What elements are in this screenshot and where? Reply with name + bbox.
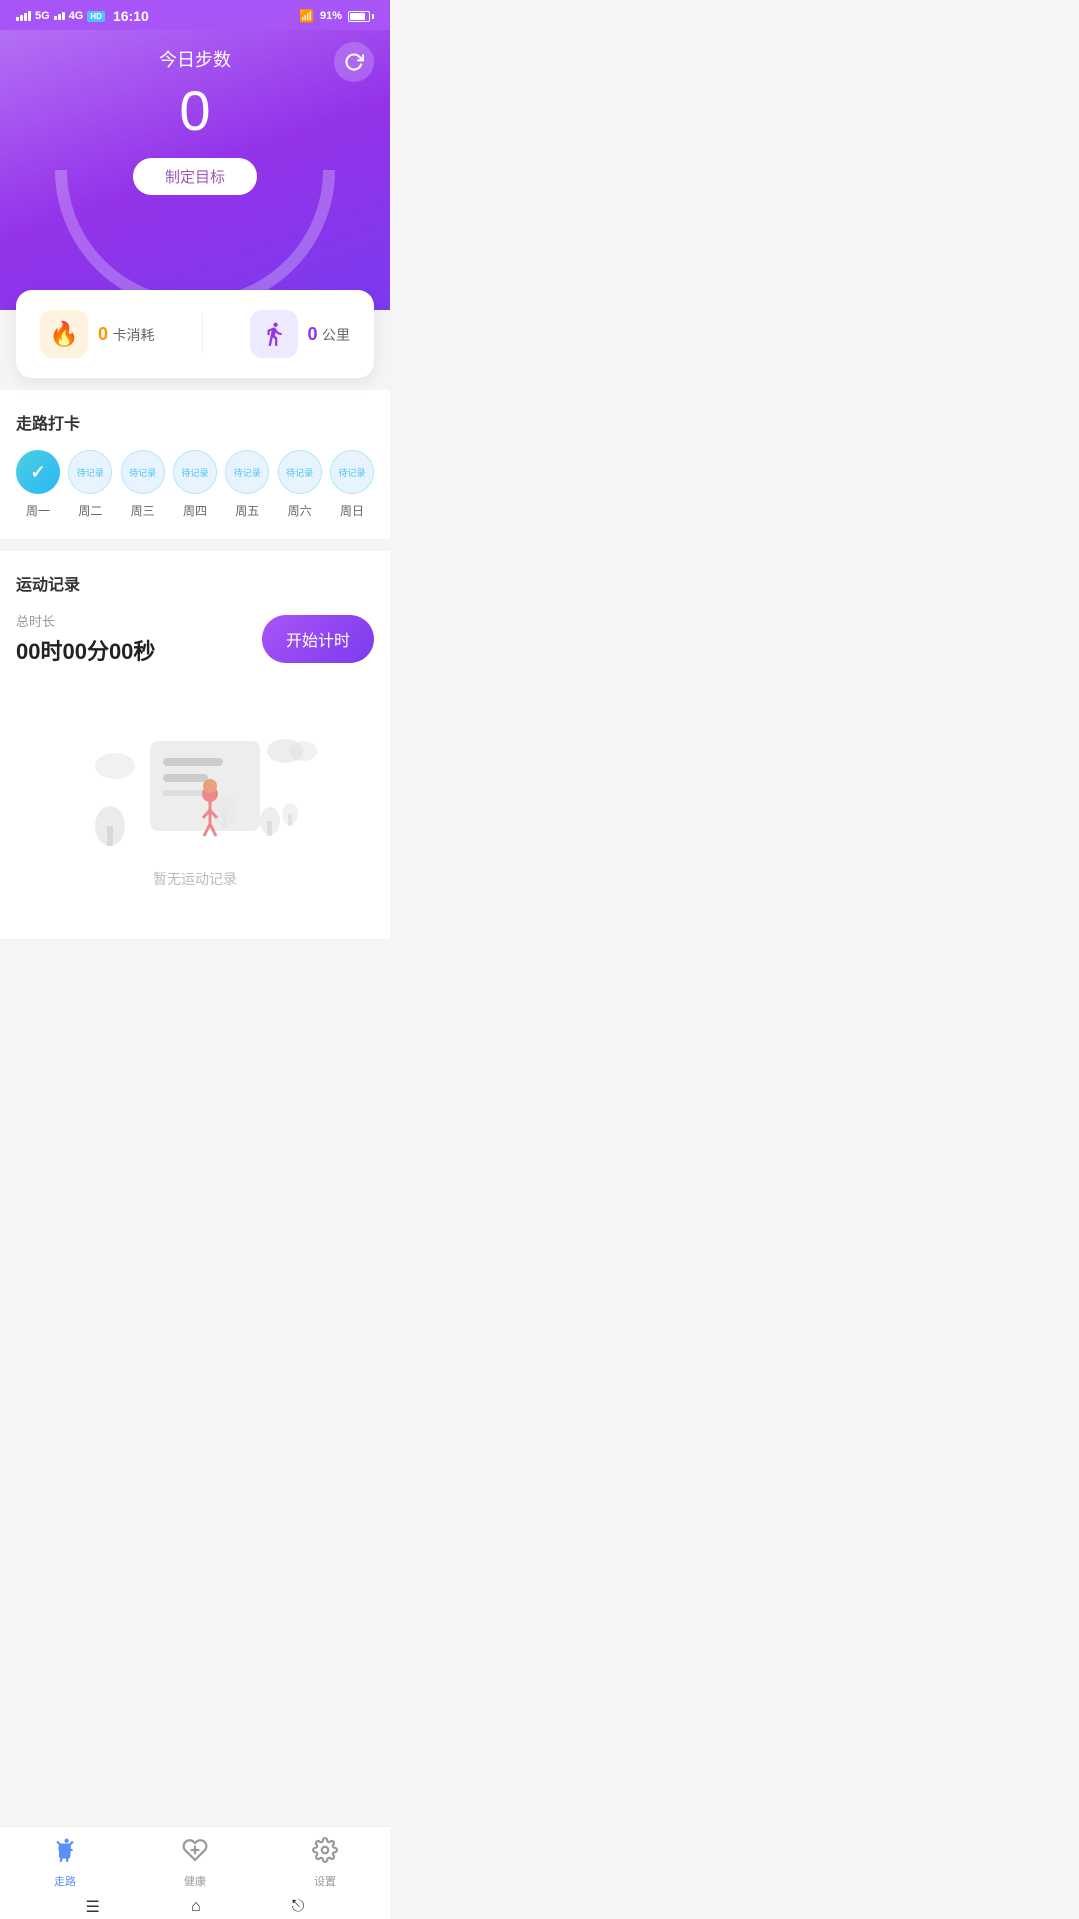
- tab-health[interactable]: 健康: [130, 1837, 260, 1889]
- fire-icon: 🔥: [40, 310, 88, 358]
- day-label-saturday: 周六: [288, 502, 312, 519]
- wifi-icon: 📶: [299, 9, 314, 23]
- exercise-header-left: 运动记录: [16, 571, 80, 595]
- day-label-thursday: 周四: [183, 502, 207, 519]
- checkin-day-friday[interactable]: 待记录 周五: [225, 450, 269, 519]
- exercise-title: 运动记录: [16, 571, 80, 595]
- checkin-title: 走路打卡: [16, 410, 374, 434]
- hd-badge: HD: [87, 11, 105, 22]
- duration-info: 总时长 00时00分00秒: [16, 611, 155, 666]
- status-right: 📶 91%: [299, 9, 374, 23]
- day-label-monday: 周一: [26, 502, 50, 519]
- calories-stat: 🔥 0 卡消耗: [40, 310, 154, 358]
- day-label-friday: 周五: [235, 502, 259, 519]
- signal-4g: [54, 12, 65, 20]
- distance-unit: 公里: [322, 327, 350, 343]
- distance-info: 0 公里: [308, 324, 350, 345]
- distance-value: 0: [308, 324, 318, 344]
- empty-illustration: [55, 706, 335, 856]
- tab-settings-label: 设置: [314, 1873, 336, 1889]
- start-timer-button[interactable]: 开始计时: [262, 615, 374, 663]
- hero-section: 今日步数 0 制定目标: [0, 30, 390, 310]
- checkin-day-thursday[interactable]: 待记录 周四: [173, 450, 217, 519]
- calories-info: 0 卡消耗: [98, 324, 154, 345]
- checkin-day-wednesday[interactable]: 待记录 周三: [121, 450, 165, 519]
- system-back-button[interactable]: ⎋: [292, 1898, 305, 1916]
- checkin-circle-monday: ✓: [16, 450, 60, 494]
- steps-label: 今日步数: [20, 46, 370, 72]
- settings-tab-icon: [312, 1837, 338, 1869]
- empty-exercise-text: 暂无运动记录: [16, 869, 374, 889]
- checkin-section: 走路打卡 ✓ 周一 待记录 周二 待记录 周三 待记录 周四: [0, 390, 390, 539]
- day-label-sunday: 周日: [340, 502, 364, 519]
- system-nav-bar: ☰ ⌂ ⎋: [0, 1895, 390, 1919]
- checkin-day-tuesday[interactable]: 待记录 周二: [68, 450, 112, 519]
- tab-walk-label: 走路: [54, 1873, 76, 1889]
- tab-bar: 走路 健康 设置: [0, 1826, 390, 1895]
- checkin-day-saturday[interactable]: 待记录 周六: [278, 450, 322, 519]
- calories-value: 0: [98, 324, 108, 344]
- checkin-circle-wednesday: 待记录: [121, 450, 165, 494]
- checkin-circle-tuesday: 待记录: [68, 450, 112, 494]
- battery-icon: [348, 11, 374, 22]
- exercise-controls: 总时长 00时00分00秒 开始计时: [16, 611, 374, 666]
- signal-5g: [16, 11, 31, 21]
- day-label-wednesday: 周三: [131, 502, 155, 519]
- system-menu-button[interactable]: ☰: [86, 1897, 100, 1917]
- status-left: 5G 4G HD 16:10: [16, 8, 149, 24]
- checkin-day-monday[interactable]: ✓ 周一: [16, 450, 60, 519]
- exercise-header: 运动记录: [16, 571, 374, 595]
- checkin-day-sunday[interactable]: 待记录 周日: [330, 450, 374, 519]
- checkin-circle-sunday: 待记录: [330, 450, 374, 494]
- system-home-button[interactable]: ⌂: [191, 1898, 201, 1916]
- checkin-grid: ✓ 周一 待记录 周二 待记录 周三 待记录 周四 待记录 周: [16, 450, 374, 519]
- signal-5g-label: 5G: [35, 10, 50, 22]
- refresh-button[interactable]: [334, 42, 374, 82]
- time-display: 16:10: [113, 8, 149, 24]
- walk-icon: [250, 310, 298, 358]
- empty-state: 暂无运动记录: [16, 686, 374, 919]
- tab-settings[interactable]: 设置: [260, 1837, 390, 1889]
- checkin-circle-thursday: 待记录: [173, 450, 217, 494]
- tab-health-label: 健康: [184, 1873, 206, 1889]
- day-label-tuesday: 周二: [78, 502, 102, 519]
- arc-decoration: [55, 170, 335, 310]
- calories-unit: 卡消耗: [112, 327, 154, 343]
- duration-value: 00时00分00秒: [16, 634, 155, 666]
- distance-stat: 0 公里: [250, 310, 350, 358]
- stats-divider: [202, 314, 203, 354]
- steps-count: 0: [20, 80, 370, 142]
- tab-walk[interactable]: 走路: [0, 1837, 130, 1889]
- stats-card: 🔥 0 卡消耗 0 公里: [16, 290, 374, 378]
- health-tab-icon: [182, 1837, 208, 1869]
- signal-4g-label: 4G: [69, 10, 84, 22]
- walk-tab-icon: [52, 1837, 78, 1869]
- duration-label: 总时长: [16, 611, 155, 630]
- battery-percent: 91%: [320, 10, 342, 22]
- status-bar: 5G 4G HD 16:10 📶 91%: [0, 0, 390, 30]
- exercise-section: 运动记录 总时长 00时00分00秒 开始计时: [0, 551, 390, 939]
- checkin-circle-friday: 待记录: [225, 450, 269, 494]
- checkin-circle-saturday: 待记录: [278, 450, 322, 494]
